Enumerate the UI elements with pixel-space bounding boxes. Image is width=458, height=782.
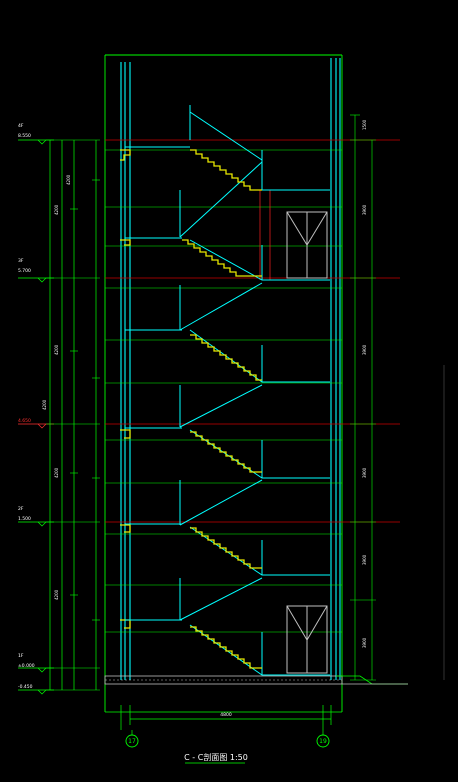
stair-treads [120,149,262,669]
red-reference-lines [105,139,400,523]
level-floor-label: 3F [18,258,24,264]
axis-label: 19 [319,738,327,745]
dim-value: 3900 [362,204,367,215]
dim-value: 3900 [362,344,367,355]
door-top [286,211,328,279]
floor-lines [105,149,342,633]
dim-value: 3900 [362,554,367,565]
dim-value: 4200 [54,467,59,478]
axis-label: 17 [128,738,136,745]
right-wall [330,58,341,680]
door-bottom [286,605,328,674]
level-elev-label: 4.650 [18,418,31,424]
level-elev-label: 1.500 [18,516,31,522]
level-floor-label: 1F [18,653,24,659]
dim-value: 4200 [66,174,71,185]
left-dimension-ticks [46,139,100,691]
left-level-markers: 4F 8.550 3F 5.700 4.650 2F 1.500 1F ±0.0… [18,123,35,690]
axis-bubble-17: 17 [125,734,139,748]
level-floor-label: 4F [18,123,24,129]
level-elev-label: -0.450 [18,684,33,690]
axis-bubble-19: 19 [316,734,330,748]
dim-value: 1500 [362,119,367,130]
level-elev-label: 8.550 [18,133,31,139]
dim-value: 4200 [54,204,59,215]
drawing-title: C - C剖面图 1:50 [184,752,248,764]
level-floor-label: 2F [18,506,24,512]
section-drawing: 4F 8.550 3F 5.700 4.650 2F 1.500 1F ±0.0… [0,0,458,778]
dim-value: 3900 [362,467,367,478]
right-dimension-values: 1500 3900 3900 3900 3900 3900 [362,119,367,648]
left-dimension-values: 4200 4200 4200 4200 4200 4200 [42,174,71,600]
level-marker-lines [18,139,54,695]
building-outline [104,54,343,712]
cad-section-svg: 4F 8.550 3F 5.700 4.650 2F 1.500 1F ±0.0… [18,54,445,764]
dim-value: 4200 [54,344,59,355]
level-elev-label: 5.700 [18,268,31,274]
bottom-dimension-value: 4800 [220,712,232,718]
dim-value: 4200 [42,399,47,410]
dim-value: 3900 [362,637,367,648]
right-dimension-chain [350,114,376,681]
title-text: C - C剖面图 1:50 [184,752,248,762]
left-dimension-chains [49,140,97,690]
dim-value: 4200 [54,589,59,600]
